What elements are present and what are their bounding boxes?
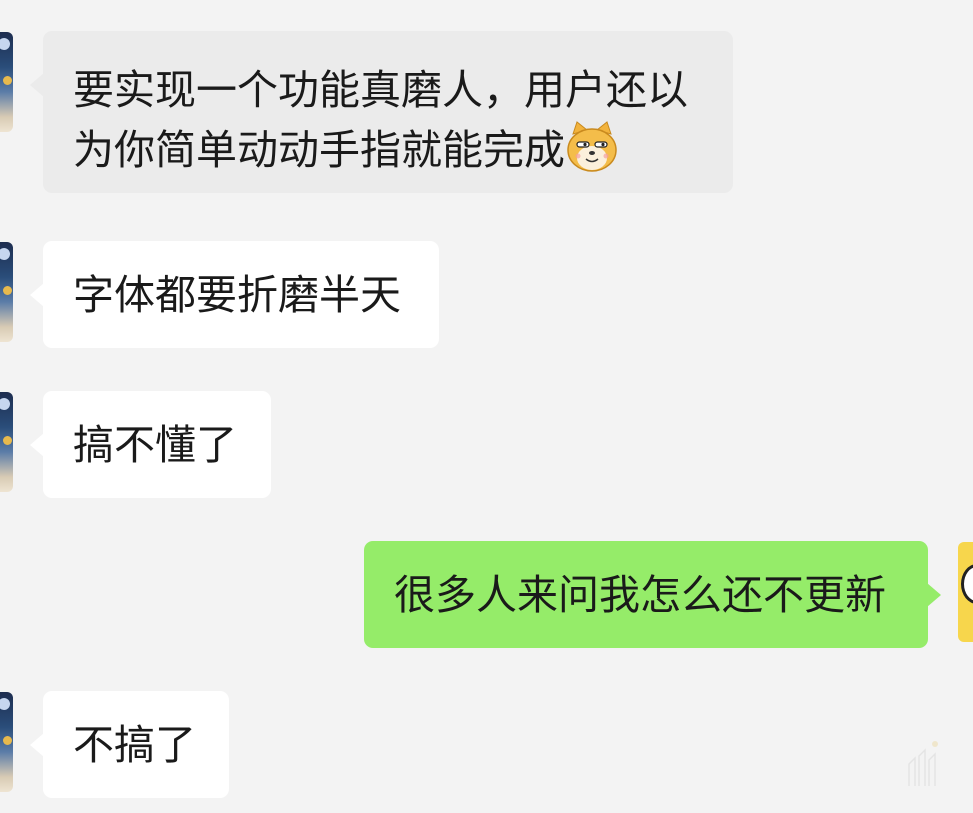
self-avatar[interactable] — [958, 542, 973, 642]
message-bubble-outgoing[interactable]: 很多人来问我怎么还不更新 — [364, 541, 928, 648]
watermark-logo — [905, 738, 945, 788]
avatar-art — [3, 736, 12, 745]
bubble-tail — [30, 433, 44, 457]
avatar-art — [3, 436, 12, 445]
avatar-art — [3, 76, 12, 85]
bubble-tail — [30, 73, 44, 97]
doge-emoji-icon — [565, 120, 619, 174]
message-bubble[interactable]: 字体都要折磨半天 — [43, 241, 439, 348]
avatar-art — [0, 698, 10, 710]
message-text: 搞不懂了 — [73, 421, 237, 469]
avatar-art — [0, 248, 10, 260]
bubble-tail — [30, 283, 44, 307]
sender-avatar[interactable] — [0, 392, 13, 492]
message-text-line: 为你简单动动手指就能完成 — [73, 120, 733, 180]
message-bubble[interactable]: 要实现一个功能真磨人，用户还以 为你简单动动手指就能完成 — [43, 31, 733, 193]
message-text-segment: 为你简单动动手指就能完成 — [73, 126, 565, 174]
bubble-tail — [30, 733, 44, 757]
avatar-art — [961, 564, 973, 604]
message-text: 很多人来问我怎么还不更新 — [394, 571, 886, 619]
avatar-art — [3, 286, 12, 295]
message-bubble[interactable]: 搞不懂了 — [43, 391, 271, 498]
message-text: 字体都要折磨半天 — [73, 271, 401, 319]
sender-avatar[interactable] — [0, 32, 13, 132]
sender-avatar[interactable] — [0, 242, 13, 342]
sender-avatar[interactable] — [0, 692, 13, 792]
message-text: 不搞了 — [73, 721, 196, 769]
avatar-art — [0, 398, 10, 410]
avatar-art — [0, 38, 10, 50]
bubble-tail — [927, 583, 941, 607]
message-bubble[interactable]: 不搞了 — [43, 691, 229, 798]
message-text-line: 要实现一个功能真磨人，用户还以 — [73, 66, 688, 114]
